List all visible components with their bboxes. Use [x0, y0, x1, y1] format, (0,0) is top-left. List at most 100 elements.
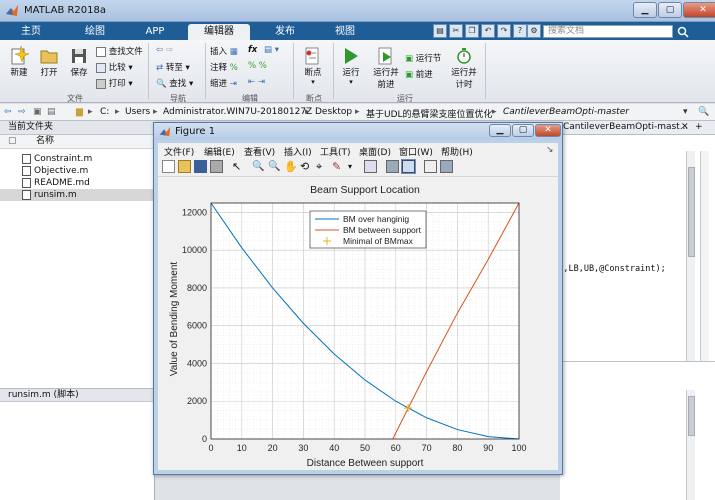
address-search-icon[interactable]: 🔍	[698, 107, 709, 117]
zoom-out-icon[interactable]: 🔍	[268, 160, 281, 173]
goto-icon: ⇄	[156, 63, 164, 73]
maximize-button[interactable]: ▢	[658, 2, 682, 18]
show-plot-tools-icon[interactable]	[440, 160, 453, 173]
title-bar: MATLAB R2018a ▁ ▢ ✕	[0, 0, 715, 22]
back-arrow-icon: ⇦	[156, 45, 164, 55]
ribbon-separator	[333, 43, 334, 99]
run-and-time-button[interactable]: 运行并 计时	[450, 46, 478, 90]
tab-editor[interactable]: 编辑器	[188, 24, 250, 40]
rotate-3d-icon[interactable]: ⟲	[300, 160, 313, 173]
breadcrumb-drive[interactable]: C:	[100, 107, 109, 117]
legend-icon[interactable]	[401, 159, 416, 174]
settings-quick-icon[interactable]: ⚙	[527, 24, 541, 38]
save-quick-icon[interactable]: ▤	[433, 24, 447, 38]
insert-button[interactable]: 插入 ▦	[210, 45, 238, 57]
plot-insert-icon[interactable]: ▤ ▾	[264, 45, 279, 55]
m-file-icon	[22, 190, 31, 200]
open-button[interactable]: 打开	[38, 46, 60, 78]
m-file-icon	[22, 154, 31, 164]
brush-icon[interactable]: ✎	[332, 160, 345, 173]
tab-apps[interactable]: APP	[128, 24, 182, 40]
add-tab-icon[interactable]: +	[695, 122, 703, 132]
up-folder-icon[interactable]: ▣	[33, 107, 42, 117]
ribbon-separator	[485, 43, 486, 99]
figure-minimize-button[interactable]: ▁	[489, 124, 511, 137]
list-item[interactable]: Constraint.m	[0, 153, 155, 165]
open-file-icon[interactable]	[178, 160, 191, 173]
zoom-in-icon[interactable]: 🔍	[252, 160, 265, 173]
breadcrumb-users[interactable]: Users	[125, 107, 150, 117]
menu-dock-icon[interactable]: ↘	[546, 145, 554, 155]
goto-button[interactable]: ⇄ 转至 ▾	[156, 61, 190, 73]
data-cursor-icon[interactable]: ⌖	[316, 160, 329, 173]
advance-button[interactable]: ▣ 前进	[405, 68, 433, 80]
indent-button[interactable]: 缩进 ⇥	[210, 77, 237, 89]
forward-nav-icon[interactable]: ⇨	[18, 107, 26, 117]
undo-quick-icon[interactable]: ↶	[481, 24, 495, 38]
fx-button[interactable]: fx	[248, 45, 257, 55]
file-list-header[interactable]: ▢ 名称	[0, 135, 155, 149]
run-and-advance-button[interactable]: 运行并 前进	[372, 46, 400, 90]
uncomment-icon[interactable]: % %	[248, 61, 267, 71]
search-docs-input[interactable]: 搜索文档	[543, 25, 673, 38]
back-forward-buttons[interactable]: ⇦ ⇨	[156, 45, 173, 55]
find-icon: 🔍	[156, 79, 167, 89]
tab-plots[interactable]: 绘图	[68, 24, 122, 40]
save-button[interactable]: 保存	[68, 46, 90, 78]
close-button[interactable]: ✕	[683, 2, 715, 18]
pan-hand-icon[interactable]: ✋	[284, 160, 298, 173]
figure-maximize-button[interactable]: ▢	[512, 124, 534, 137]
link-plot-icon[interactable]	[364, 160, 377, 173]
tab-view[interactable]: 视图	[318, 24, 372, 40]
help-quick-icon[interactable]: ?	[513, 24, 527, 38]
new-file-icon	[11, 46, 29, 65]
editor-tab[interactable]: CantileverBeamOpti-mast...	[560, 121, 715, 135]
indent-smart-icon[interactable]: ⇤ ⇥	[248, 77, 265, 87]
back-nav-icon[interactable]: ⇦	[4, 107, 12, 117]
compare-button[interactable]: 比较 ▾	[96, 61, 133, 73]
print-figure-icon[interactable]	[210, 160, 223, 173]
cut-quick-icon[interactable]: ✂	[449, 24, 463, 38]
find-files-button[interactable]: 查找文件	[96, 45, 143, 57]
editor-scrollbar[interactable]	[686, 151, 695, 361]
copy-quick-icon[interactable]: ❐	[465, 24, 479, 38]
brush-dropdown-icon[interactable]: ▾	[348, 160, 361, 173]
list-item[interactable]: Objective.m	[0, 165, 155, 177]
new-figure-icon[interactable]	[162, 160, 175, 173]
command-scrollbar[interactable]	[686, 390, 695, 500]
breadcrumb-desktop[interactable]: Desktop	[315, 107, 352, 117]
bending-moment-plot[interactable]: Beam Support Location 0 10 20 30 40 50 60 70 80 9…	[158, 177, 558, 470]
code-line[interactable]: ,[],LB,UB,@Constraint);	[548, 264, 666, 274]
tab-home[interactable]: 主页	[8, 24, 54, 40]
scrollbar-thumb[interactable]	[688, 396, 695, 436]
breadcrumb-folder[interactable]: CantileverBeamOpti-master	[503, 107, 629, 117]
scrollbar-thumb[interactable]	[688, 167, 695, 257]
chart-legend[interactable]: BM over hanginigBM between supportMinima…	[309, 210, 427, 249]
print-button[interactable]: 打印 ▾	[96, 77, 133, 89]
breakpoints-button[interactable]: 断点 ▾	[300, 46, 326, 86]
new-button[interactable]: 新建	[8, 46, 30, 78]
find-button[interactable]: 🔍 查找 ▾	[156, 77, 193, 89]
breadcrumb-arrow: ▸	[492, 107, 497, 117]
group-label-bp: 断点	[306, 94, 322, 103]
list-item[interactable]: README.md	[0, 177, 155, 189]
close-tab-icon[interactable]: ✕	[681, 122, 689, 132]
pointer-icon[interactable]: ↖	[232, 160, 245, 173]
search-icon[interactable]	[677, 26, 689, 38]
list-item[interactable]: runsim.m	[0, 189, 155, 201]
hide-plot-tools-icon[interactable]	[424, 160, 437, 173]
browse-folder-icon[interactable]: ▤	[47, 107, 56, 117]
breadcrumb-project[interactable]: 基于UDL的悬臂梁支座位置优化	[366, 107, 493, 120]
colorbar-icon[interactable]	[386, 160, 399, 173]
figure-close-button[interactable]: ✕	[535, 124, 561, 137]
m-file-icon	[22, 166, 31, 176]
comment-button[interactable]: 注释 %	[210, 61, 238, 73]
run-section-button[interactable]: ▣ 运行节	[405, 52, 441, 64]
redo-quick-icon[interactable]: ↷	[497, 24, 511, 38]
breadcrumb-admin[interactable]: Administrator.WIN7U-20180127Z	[163, 107, 312, 117]
address-dropdown-icon[interactable]: ▾	[683, 107, 688, 117]
run-button[interactable]: 运行 ▾	[338, 46, 364, 86]
minimize-button[interactable]: ▁	[633, 2, 657, 18]
save-figure-icon[interactable]	[194, 160, 207, 173]
tab-publish[interactable]: 发布	[258, 24, 312, 40]
